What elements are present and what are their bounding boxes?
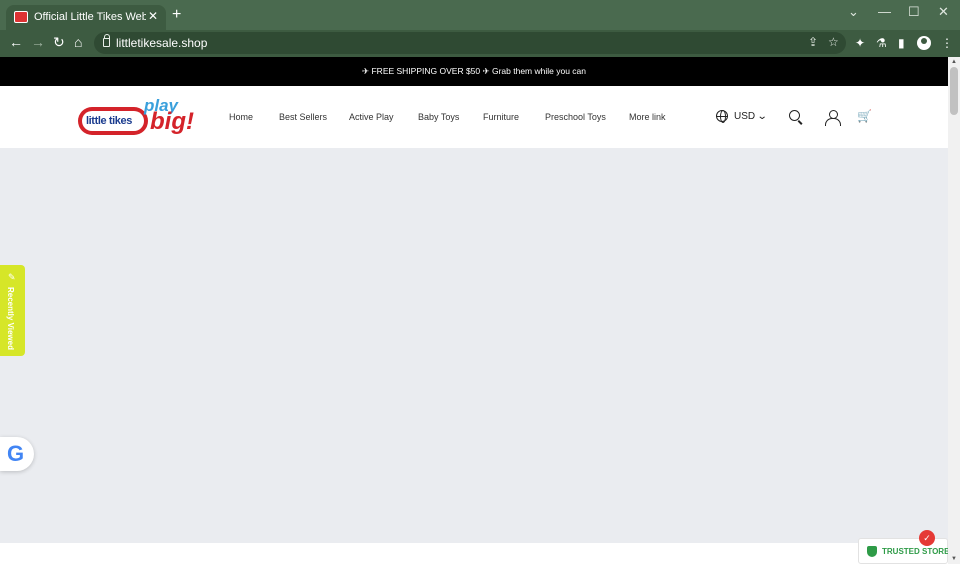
new-tab-button[interactable]: + [172,6,181,24]
scroll-down-icon[interactable]: ▼ [951,556,957,562]
site-header: little tikes play big! Home Best Sellers… [0,86,948,148]
content-bottom-strip [0,543,948,564]
favicon-icon [14,11,28,23]
nav-preschool-toys[interactable]: Preschool Toys [545,112,606,122]
currency-selector[interactable]: USD [734,111,755,122]
share-icon[interactable]: ⇪ [808,35,818,49]
forward-button[interactable]: → [31,34,45,50]
announcement-bar: ✈ FREE SHIPPING OVER $50 ✈ Grab them whi… [0,57,948,86]
globe-icon[interactable] [716,110,728,123]
nav-more-link[interactable]: More link [629,112,666,122]
account-icon[interactable] [825,110,841,126]
maximize-button[interactable]: ☐ [908,4,920,20]
nav-baby-toys[interactable]: Baby Toys [418,112,459,122]
trusted-store-badge[interactable]: TRUSTED STORE ✓ [858,530,948,564]
recently-viewed-tab[interactable]: ✎ Recently Viewed [0,265,25,356]
browser-toolbar: ← → ↻ ⌂ littletikesale.shop ⇪ ☆ ✦ ⚗ ▮ ⋮ [0,30,960,57]
cart-icon[interactable]: 🛒 [857,109,872,123]
url-text[interactable]: littletikesale.shop [116,36,207,50]
chevron-down-icon[interactable]: ⌄ [757,111,768,122]
close-window-button[interactable]: ✕ [938,4,949,20]
scroll-thumb[interactable] [950,67,958,115]
search-icon[interactable] [789,110,800,121]
trusted-store-label: TRUSTED STORE [882,547,948,556]
browser-tab[interactable]: Official Little Tikes Website | Par ✕ [6,5,166,30]
nav-home[interactable]: Home [229,112,253,122]
browser-menu-icon[interactable]: ⋮ [941,36,953,50]
recently-viewed-icon: ✎ [8,272,16,282]
home-button[interactable]: ⌂ [74,34,82,50]
google-reviews-badge[interactable]: G [0,437,34,471]
reload-button[interactable]: ↻ [53,34,65,51]
extensions-icon[interactable]: ✦ [855,36,865,50]
browser-titlebar: Official Little Tikes Website | Par ✕ + … [0,0,960,30]
side-panel-icon[interactable]: ▮ [898,36,905,50]
nav-furniture[interactable]: Furniture [483,112,519,122]
google-icon: G [7,441,25,466]
tab-title: Official Little Tikes Website | Par [34,11,146,23]
page-scrollbar[interactable]: ▲ ▼ [948,57,960,564]
trusted-store-seal-icon: ✓ [919,530,935,546]
site-logo[interactable]: little tikes play big! [78,94,196,138]
nav-active-play[interactable]: Active Play [349,112,394,122]
logo-big-text: big! [150,108,194,135]
shield-check-icon [867,546,877,557]
tab-search-dropdown-icon[interactable]: ⌄ [848,4,859,20]
bookmark-star-icon[interactable]: ☆ [828,35,839,49]
scroll-up-icon[interactable]: ▲ [951,59,957,65]
back-button[interactable]: ← [9,34,23,50]
profile-avatar-icon[interactable] [917,36,931,50]
labs-icon[interactable]: ⚗ [876,36,887,50]
nav-best-sellers[interactable]: Best Sellers [279,112,327,122]
address-bar[interactable]: littletikesale.shop ⇪ ☆ [94,32,846,54]
minimize-button[interactable]: — [878,4,891,19]
recently-viewed-label: Recently Viewed [6,287,15,350]
logo-text: little tikes [86,115,132,127]
web-page: ✈ FREE SHIPPING OVER $50 ✈ Grab them whi… [0,57,948,564]
lock-icon[interactable] [103,34,110,47]
tab-close-icon[interactable]: ✕ [148,9,158,23]
